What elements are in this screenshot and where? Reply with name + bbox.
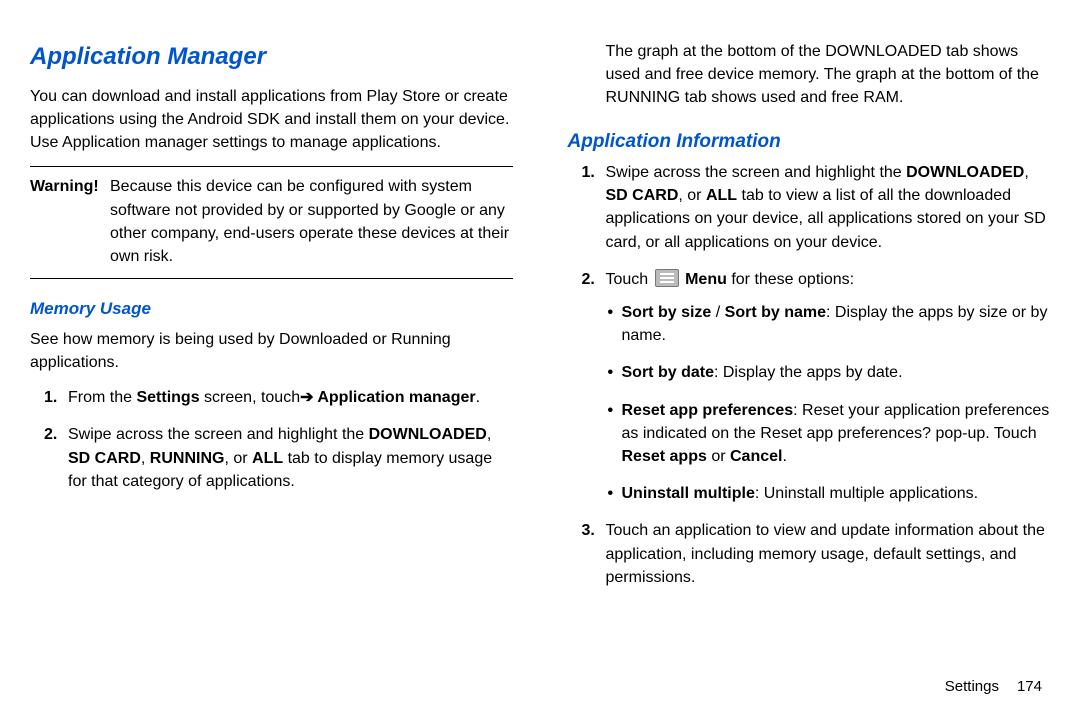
text: Swipe across the screen and highlight th…	[606, 164, 907, 181]
option-sort-date: Sort by date: Display the apps by date.	[622, 361, 1051, 384]
warning-lead: Warning!	[30, 175, 110, 268]
text: for these options:	[727, 271, 854, 288]
subheading-app-info: Application Information	[568, 128, 1051, 156]
option-uninstall-multiple: Uninstall multiple: Uninstall multiple a…	[622, 482, 1051, 505]
memory-step-1: From the Settings screen, touch➔ Applica…	[68, 386, 513, 409]
text: screen, touch	[200, 389, 301, 406]
arrow-icon: ➔	[300, 386, 313, 409]
warning-box: Warning! Because this device can be conf…	[30, 166, 513, 279]
option-sort-size-name: Sort by size / Sort by name: Display the…	[622, 301, 1051, 347]
graph-description: The graph at the bottom of the DOWNLOADE…	[606, 40, 1051, 110]
right-column: The graph at the bottom of the DOWNLOADE…	[568, 40, 1051, 700]
appinfo-step-2: Touch Menu for these options: Sort by si…	[606, 268, 1051, 506]
text-bold: Application manager	[314, 389, 476, 406]
text-bold: RUNNING	[150, 450, 225, 467]
left-column: Application Manager You can download and…	[30, 40, 513, 700]
footer-page-number: 174	[1017, 678, 1042, 695]
option-reset-prefs: Reset app preferences: Reset your applic…	[622, 399, 1051, 469]
memory-intro: See how memory is being used by Download…	[30, 328, 513, 374]
text: Swipe across the screen and highlight th…	[68, 426, 369, 443]
text: ,	[141, 450, 150, 467]
text-bold: Sort by date	[622, 364, 714, 381]
intro-text: You can download and install application…	[30, 85, 513, 155]
text-bold: Reset apps	[622, 448, 707, 465]
text-bold: Sort by name	[725, 304, 826, 321]
text: : Display the apps by date.	[714, 364, 903, 381]
text-bold: Settings	[136, 389, 199, 406]
heading-app-manager: Application Manager	[30, 40, 513, 75]
text: Touch	[606, 271, 653, 288]
page-container: Application Manager You can download and…	[0, 0, 1080, 720]
text-bold: DOWNLOADED	[369, 426, 487, 443]
subheading-memory: Memory Usage	[30, 297, 513, 322]
text-bold: Cancel	[730, 448, 782, 465]
menu-icon	[655, 269, 679, 287]
text-bold: Menu	[685, 271, 727, 288]
menu-options: Sort by size / Sort by name : Display the…	[606, 301, 1051, 505]
text-bold: Reset app preferences	[622, 402, 794, 419]
text-bold: ALL	[252, 450, 283, 467]
memory-steps: From the Settings screen, touch➔ Applica…	[30, 386, 513, 493]
warning-body: Because this device can be configured wi…	[110, 175, 513, 268]
text-bold: DOWNLOADED	[906, 164, 1024, 181]
text: : Uninstall multiple applications.	[755, 485, 978, 502]
text: .	[476, 389, 480, 406]
text: , or	[678, 187, 706, 204]
appinfo-steps: Swipe across the screen and highlight th…	[568, 161, 1051, 589]
text-bold: Sort by size	[622, 304, 712, 321]
text: ,	[1024, 164, 1028, 181]
text: From the	[68, 389, 136, 406]
text: .	[782, 448, 786, 465]
text-bold: Uninstall multiple	[622, 485, 755, 502]
text: , or	[224, 450, 252, 467]
text: ,	[487, 426, 491, 443]
appinfo-step-3: Touch an application to view and update …	[606, 519, 1051, 589]
text-bold: ALL	[706, 187, 737, 204]
appinfo-step-1: Swipe across the screen and highlight th…	[606, 161, 1051, 254]
memory-step-2: Swipe across the screen and highlight th…	[68, 423, 513, 493]
footer-section: Settings	[945, 678, 999, 695]
text-bold: SD CARD	[606, 187, 679, 204]
page-footer: Settings 174	[945, 676, 1042, 698]
text: /	[711, 304, 724, 321]
text-bold: SD CARD	[68, 450, 141, 467]
text: or	[707, 448, 730, 465]
